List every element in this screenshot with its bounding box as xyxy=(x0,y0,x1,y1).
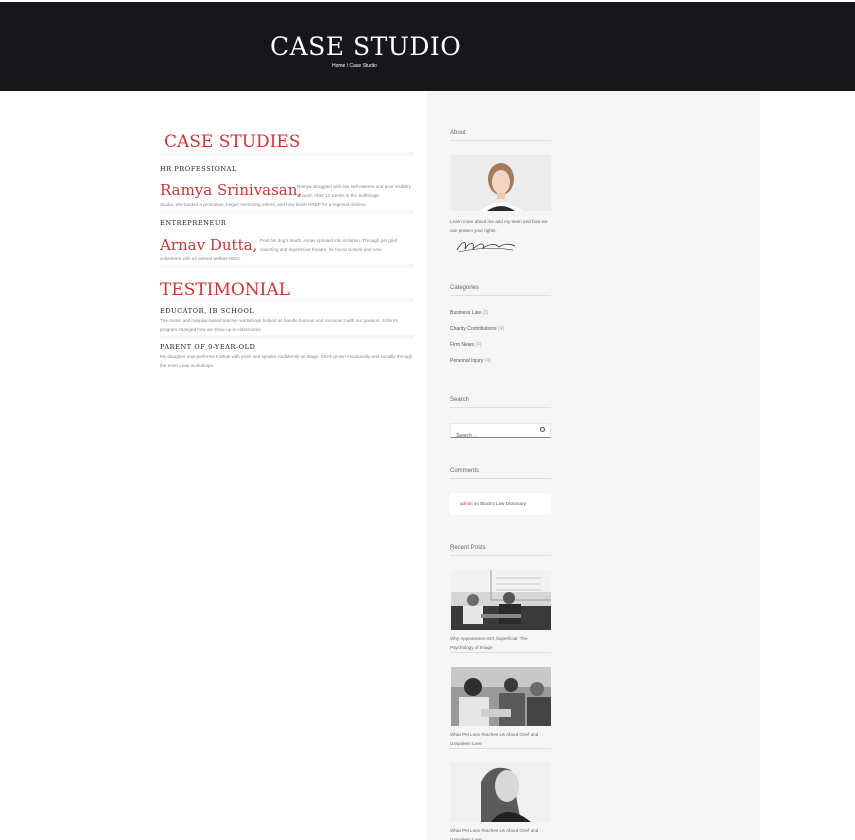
case-studies-heading: CASE STUDIES xyxy=(164,132,301,152)
testimonial-text: The music and roleplay-based teacher wor… xyxy=(160,318,398,332)
recent-post-link[interactable]: Why Appearance Isn't Superficial: The Ps… xyxy=(450,634,550,652)
recent-post-link[interactable]: What Pet Loss Teaches Us About Grief and… xyxy=(450,826,550,840)
recent-comment: admin on Black's Law Dictionary xyxy=(450,493,551,515)
search-input[interactable] xyxy=(451,429,531,443)
about-widget-title: About xyxy=(450,130,466,136)
category-link[interactable]: Business Law (3) xyxy=(450,310,488,316)
about-photo xyxy=(451,155,551,211)
breadcrumb-current: Case Studio xyxy=(349,63,377,69)
about-text: Learn more about me and my team and how … xyxy=(450,219,548,233)
comment-post-link[interactable]: Black's Law Dictionary xyxy=(480,501,526,506)
search-widget-title: Search xyxy=(450,397,470,403)
comment-author-link[interactable]: admin xyxy=(460,501,473,506)
testimonial-author: PARENT OF 9-YEAR-OLD xyxy=(160,343,256,351)
case-text-continued: Studio, she landed a promotion, began me… xyxy=(160,202,367,207)
divider xyxy=(160,210,414,214)
widget-divider xyxy=(450,652,551,653)
widget-divider xyxy=(450,407,551,408)
recent-post-thumbnail[interactable] xyxy=(451,762,551,822)
recent-posts-widget-title: Recent Posts xyxy=(450,545,486,551)
case-eyebrow: ENTREPRENEUR xyxy=(160,219,227,227)
testimonial-text: My daughter now performs Kathak with pri… xyxy=(160,354,413,368)
divider xyxy=(160,298,414,302)
recent-post-thumbnail[interactable] xyxy=(451,667,551,726)
search-icon[interactable] xyxy=(540,427,545,432)
category-link[interactable]: Charity Contributions (4) xyxy=(450,326,504,332)
divider xyxy=(160,264,414,268)
comment-on: on xyxy=(473,501,479,506)
widget-divider xyxy=(450,140,551,141)
breadcrumb-home-link[interactable]: Home xyxy=(332,63,345,69)
widget-divider xyxy=(450,478,551,479)
signature-image xyxy=(455,238,517,259)
recent-post-thumbnail[interactable] xyxy=(451,570,551,630)
search-field xyxy=(450,423,551,443)
case-text-continued: volunteers with an animal welfare NGO. xyxy=(160,256,241,261)
case-name: Arnav Dutta, xyxy=(160,236,258,254)
case-name: Ramya Srinivasan, xyxy=(160,181,303,199)
divider xyxy=(160,335,414,339)
breadcrumb-separator: / xyxy=(346,63,349,69)
categories-widget-title: Categories xyxy=(450,285,480,291)
category-link[interactable]: Firm News (4) xyxy=(450,342,481,348)
recent-post-link[interactable]: What Pet Loss Teaches Us About Grief and… xyxy=(450,730,550,748)
widget-divider xyxy=(450,295,551,296)
widget-divider xyxy=(450,555,551,556)
comments-widget-title: Comments xyxy=(450,468,480,474)
divider xyxy=(160,152,414,156)
case-text: Ramya struggled with low self-esteem and… xyxy=(297,184,411,198)
case-eyebrow: HR PROFESSIONAL xyxy=(160,165,237,173)
testimonial-author: EDUCATOR, IB SCHOOL xyxy=(160,307,255,315)
testimonial-heading: TESTIMONIAL xyxy=(160,280,290,300)
category-link[interactable]: Personal Injury (4) xyxy=(450,358,491,364)
case-text: Post his dog's death, Arnav spiraled int… xyxy=(260,238,398,252)
page-title: CASE STUDIO xyxy=(270,32,462,61)
page-header: CASE STUDIO Home / Case Studio xyxy=(0,2,855,91)
breadcrumb: Home / Case Studio xyxy=(332,63,377,69)
widget-divider xyxy=(450,748,551,749)
